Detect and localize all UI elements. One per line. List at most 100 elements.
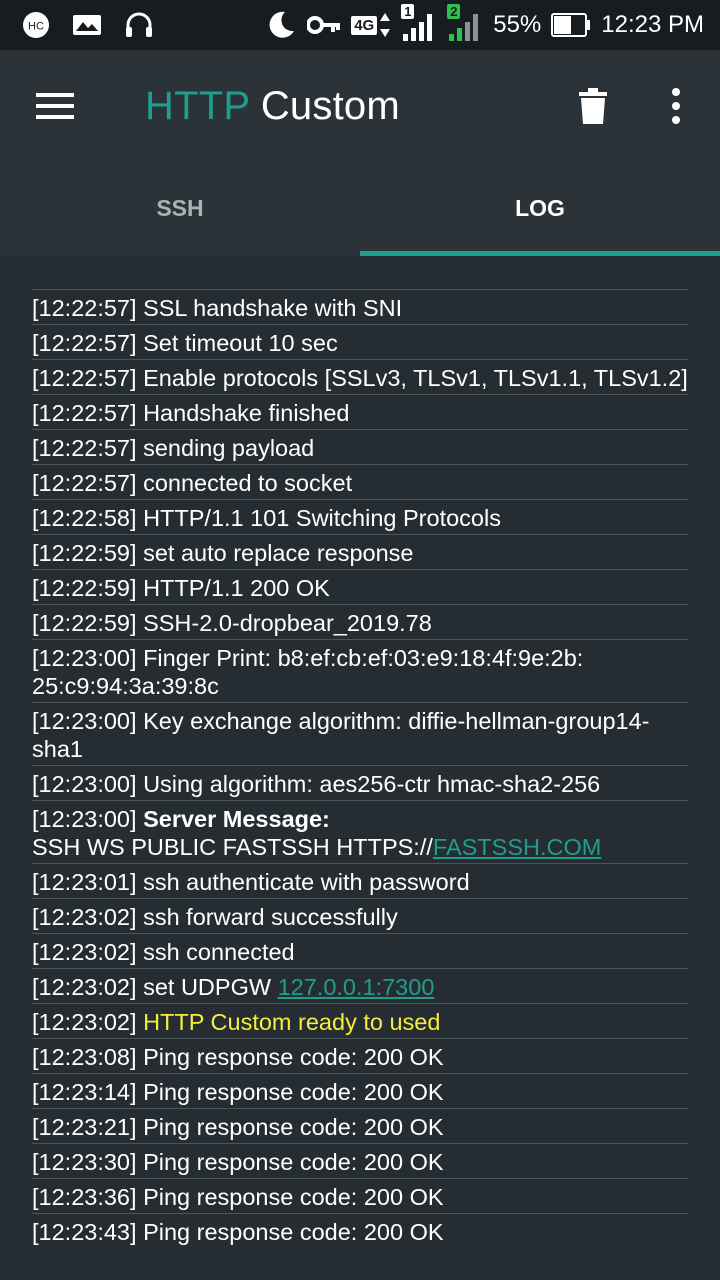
log-message: Ping response code: 200 OK <box>143 1149 444 1175</box>
log-row: [12:23:02] ssh forward successfully <box>32 899 688 934</box>
hc-app-icon: HC <box>22 11 50 39</box>
log-row: [12:23:08] Ping response code: 200 OK <box>32 1039 688 1074</box>
more-options-button[interactable] <box>652 80 700 132</box>
log-row: [12:22:57] Set timeout 10 sec <box>32 325 688 360</box>
menu-button[interactable] <box>30 80 82 132</box>
log-message: HTTP/1.1 101 Switching Protocols <box>143 505 501 531</box>
log-timestamp: [12:22:57] <box>32 400 137 426</box>
log-row: [12:22:57] Enable protocols [SSLv3, TLSv… <box>32 360 688 395</box>
do-not-disturb-moon-icon <box>265 9 297 41</box>
log-message: set UDPGW <box>143 974 272 1000</box>
log-row: [12:22:59] HTTP/1.1 200 OK <box>32 570 688 605</box>
app-bar: HTTP Custom <box>0 50 720 160</box>
log-row: [12:23:00] Finger Print: b8:ef:cb:ef:03:… <box>32 640 688 703</box>
app-title-custom: Custom <box>260 84 400 128</box>
log-timestamp: [12:23:21] <box>32 1114 137 1140</box>
log-message: Finger Print: b8:ef:cb:ef:03:e9:18:4f:9e… <box>143 645 584 671</box>
log-message: Ping response code: 200 OK <box>143 1044 444 1070</box>
app-title-http: HTTP <box>145 84 250 128</box>
log-row: [12:22:57] SSL handshake with SNI <box>32 290 688 325</box>
log-timestamp: [12:23:00] <box>32 771 137 797</box>
log-row: [12:23:00] Key exchange algorithm: diffi… <box>32 703 688 766</box>
trash-icon <box>579 88 607 124</box>
log-row: [12:22:57] connected to socket <box>32 465 688 500</box>
log-timestamp: [12:23:00] <box>32 806 137 832</box>
fastssh-link[interactable]: FASTSSH.COM <box>433 834 601 860</box>
vpn-key-icon <box>307 15 341 35</box>
lte-data-icon: 4G <box>351 12 391 38</box>
log-message: Ping response code: 200 OK <box>143 1079 444 1105</box>
log-message: Enable protocols [SSLv3, TLSv1, TLSv1.1,… <box>143 365 688 391</box>
udpgw-link[interactable]: 127.0.0.1:7300 <box>278 974 435 1000</box>
tab-ssh[interactable]: SSH <box>0 160 360 256</box>
log-message-continued: 25:c9:94:3a:39:8c <box>32 673 219 699</box>
log-row: [12:23:36] Ping response code: 200 OK <box>32 1179 688 1214</box>
app-title: HTTP Custom <box>145 82 400 130</box>
log-timestamp: [12:22:57] <box>32 470 137 496</box>
log-row: [12:23:01] ssh authenticate with passwor… <box>32 864 688 899</box>
log-row: [12:23:02] set UDPGW 127.0.0.1:7300 <box>32 969 688 1004</box>
log-timestamp: [12:22:57] <box>32 365 137 391</box>
log-message: Using algorithm: aes256-ctr hmac-sha2-25… <box>143 771 601 797</box>
log-message: ssh authenticate with password <box>143 869 470 895</box>
log-message: ssh forward successfully <box>143 904 398 930</box>
log-timestamp: [12:23:30] <box>32 1149 137 1175</box>
log-timestamp: [12:23:02] <box>32 1009 137 1035</box>
clear-log-button[interactable] <box>570 80 616 132</box>
log-message: SSL handshake with SNI <box>143 295 403 321</box>
log-timestamp: [12:23:01] <box>32 869 137 895</box>
tab-bar: SSH LOG <box>0 160 720 256</box>
log-row: [12:22:57] sending payload <box>32 430 688 465</box>
log-timestamp: [12:22:57] <box>32 295 137 321</box>
server-message-label: Server Message: <box>143 806 330 832</box>
ready-message: HTTP Custom ready to used <box>143 1009 441 1035</box>
battery-percent: 55% <box>493 11 542 38</box>
log-row: [12:22:59] set auto replace response <box>32 535 688 570</box>
log-row: [12:23:30] Ping response code: 200 OK <box>32 1144 688 1179</box>
svg-text:HC: HC <box>28 21 44 33</box>
status-bar: HC 4G 1 2 55% 12:23 PM <box>0 0 720 50</box>
log-timestamp: [12:23:43] <box>32 1219 137 1245</box>
log-timestamp: [12:23:02] <box>32 974 137 1000</box>
log-message: HTTP/1.1 200 OK <box>143 575 330 601</box>
log-message: sending payload <box>143 435 315 461</box>
log-row: [12:23:14] Ping response code: 200 OK <box>32 1074 688 1109</box>
log-row: [12:23:00] Server Message: SSH WS PUBLIC … <box>32 801 688 864</box>
log-row: [12:23:02] HTTP Custom ready to used <box>32 1004 688 1039</box>
log-message-continued: sha1 <box>32 736 83 762</box>
log-timestamp: [12:23:36] <box>32 1184 137 1210</box>
log-list[interactable]: [12:22:57] SSL handshake with SNI [12:22… <box>32 289 688 1248</box>
log-timestamp: [12:23:02] <box>32 904 137 930</box>
log-timestamp: [12:23:00] <box>32 645 137 671</box>
log-message: Ping response code: 200 OK <box>143 1184 444 1210</box>
headset-icon <box>124 11 154 39</box>
log-row: [12:23:21] Ping response code: 200 OK <box>32 1109 688 1144</box>
log-timestamp: [12:22:59] <box>32 575 137 601</box>
battery-icon <box>551 12 591 38</box>
log-row: [12:23:02] ssh connected <box>32 934 688 969</box>
log-message: Set timeout 10 sec <box>143 330 338 356</box>
signal-sim1-icon: 1 <box>401 4 437 42</box>
log-timestamp: [12:23:14] <box>32 1079 137 1105</box>
hamburger-menu-icon <box>36 93 74 119</box>
more-vertical-icon <box>672 88 680 124</box>
log-timestamp: [12:23:00] <box>32 708 137 734</box>
gallery-icon <box>72 13 102 37</box>
log-row: [12:23:43] Ping response code: 200 OK <box>32 1214 688 1248</box>
log-row: [12:22:57] Handshake finished <box>32 395 688 430</box>
log-message: ssh connected <box>143 939 295 965</box>
log-message: Key exchange algorithm: diffie-hellman-g… <box>143 708 650 734</box>
log-timestamp: [12:23:02] <box>32 939 137 965</box>
log-timestamp: [12:22:57] <box>32 435 137 461</box>
log-message: Handshake finished <box>143 400 350 426</box>
log-message: set auto replace response <box>143 540 414 566</box>
log-message: Ping response code: 200 OK <box>143 1219 444 1245</box>
server-message-text: SSH WS PUBLIC FASTSSH HTTPS:// <box>32 834 433 860</box>
log-timestamp: [12:22:57] <box>32 330 137 356</box>
log-row: [12:23:00] Using algorithm: aes256-ctr h… <box>32 766 688 801</box>
log-row: [12:22:59] SSH-2.0-dropbear_2019.78 <box>32 605 688 640</box>
log-message: SSH-2.0-dropbear_2019.78 <box>143 610 432 636</box>
log-row: [12:22:58] HTTP/1.1 101 Switching Protoc… <box>32 500 688 535</box>
log-timestamp: [12:22:59] <box>32 540 137 566</box>
tab-log[interactable]: LOG <box>360 160 720 256</box>
